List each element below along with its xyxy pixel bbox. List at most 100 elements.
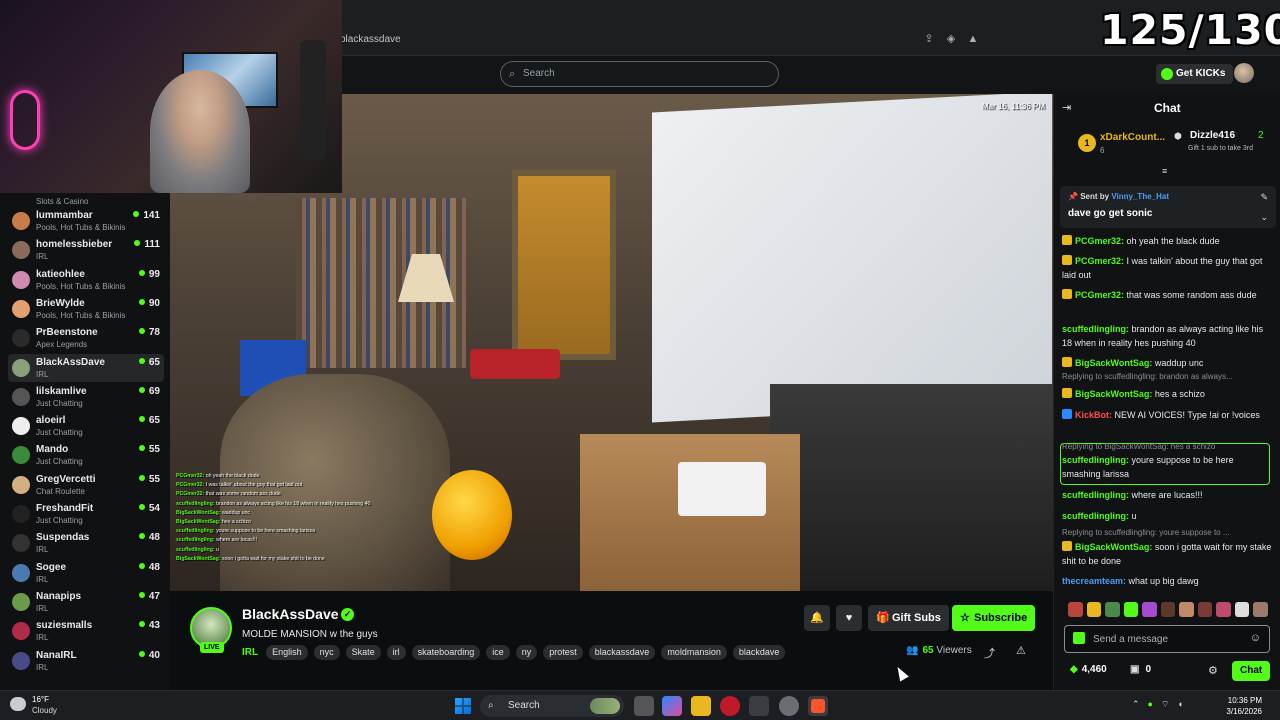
sidebar-item-lilskamlive[interactable]: lilskamlive Just Chatting 69: [8, 383, 164, 411]
chat-username[interactable]: scuffedlingling:: [1062, 324, 1129, 334]
collapse-chat-icon[interactable]: ⇥: [1062, 101, 1071, 114]
clock[interactable]: 10:36 PM 3/16/2026: [1216, 695, 1262, 717]
stream-tag[interactable]: English: [266, 645, 308, 660]
sidebar-item-blackassdave[interactable]: BlackAssDave IRL 65: [8, 353, 164, 382]
microphone-icon[interactable]: ●: [1148, 699, 1153, 710]
chat-username[interactable]: BigSackWontSag:: [1075, 389, 1152, 399]
sidebar-item-prbeenstone[interactable]: PrBeenstone Apex Legends 78: [8, 324, 164, 352]
chat-message[interactable]: BigSackWontSag: soon i gotta wait for my…: [1062, 540, 1274, 568]
chat-username[interactable]: scuffedlingling:: [1062, 455, 1129, 465]
brave-browser-icon[interactable]: [808, 696, 828, 716]
emote-icon[interactable]: [1068, 602, 1083, 617]
pinned-message[interactable]: 📌 Sent by Vinny_The_Hat dave go get soni…: [1060, 186, 1276, 228]
reply-context[interactable]: Replying to scuffedlingling: youre suppo…: [1062, 528, 1274, 537]
chat-message[interactable]: PCGmer32: I was talkin' about the guy th…: [1062, 254, 1274, 282]
follow-button[interactable]: ♥: [836, 605, 862, 631]
emote-icon[interactable]: [1160, 602, 1176, 617]
sidebar-item-mando[interactable]: Mando Just Chatting 55: [8, 441, 164, 469]
emote-icon[interactable]: [1216, 602, 1231, 617]
emote-icon[interactable]: [1142, 602, 1157, 617]
stream-tag[interactable]: blackdave: [732, 645, 786, 660]
sidebar-item-sogee[interactable]: Sogee IRL 48: [8, 559, 164, 587]
stream-tag[interactable]: ice: [486, 645, 510, 660]
emoji-icon[interactable]: ☺: [1250, 632, 1261, 644]
chat-message[interactable]: PCGmer32: oh yeah the black dude: [1062, 234, 1274, 248]
chevron-down-icon[interactable]: ⌄: [1260, 212, 1268, 223]
gear-icon[interactable]: ⚙: [1208, 664, 1218, 677]
leaderboard-toggle-icon[interactable]: ≡: [1162, 166, 1167, 176]
chat-message[interactable]: scuffedlingling: u: [1062, 509, 1274, 523]
chat-username[interactable]: BigSackWontSag:: [1075, 358, 1152, 368]
chat-username[interactable]: KickBot:: [1075, 410, 1112, 420]
chat-username[interactable]: PCGmer32:: [1075, 256, 1124, 266]
emote-icon[interactable]: [1105, 602, 1120, 617]
share-page-icon[interactable]: ⇪: [922, 32, 936, 46]
stream-tag[interactable]: moldmansion: [661, 645, 727, 660]
sidebar-item-suspendas[interactable]: Suspendas IRL 48: [8, 529, 164, 557]
store-icon[interactable]: [749, 696, 769, 716]
get-kicks-button[interactable]: Get KICKs: [1156, 64, 1234, 84]
emote-icon[interactable]: [1253, 602, 1269, 617]
chat-username[interactable]: scuffedlingling:: [1062, 511, 1129, 521]
chat-message-input[interactable]: [1093, 630, 1243, 648]
sidebar-item-freshandfit[interactable]: FreshandFit Just Chatting 54: [8, 500, 164, 528]
emote-icon[interactable]: [1123, 602, 1139, 617]
stream-tag[interactable]: blackassdave: [588, 645, 656, 660]
app-icon[interactable]: [779, 696, 799, 716]
stream-tag[interactable]: skateboarding: [411, 645, 481, 660]
taskbar-search[interactable]: ⌕ Search: [480, 695, 624, 717]
sidebar-item-lummambar[interactable]: lummambar Pools, Hot Tubs & Bikinis 141: [8, 207, 164, 235]
brave-rewards-icon[interactable]: ▲: [966, 32, 980, 46]
sidebar-item-homelessbieber[interactable]: homelessbieber IRL 111: [8, 236, 164, 264]
volume-icon[interactable]: ◖: [1177, 699, 1182, 710]
opera-icon[interactable]: [720, 696, 740, 716]
network-icon[interactable]: ⌔: [1161, 699, 1169, 710]
chat-username[interactable]: PCGmer32:: [1075, 236, 1124, 246]
sidebar-item-nanapips[interactable]: Nanapips IRL 47: [8, 588, 164, 616]
chat-message[interactable]: scuffedlingling: brandon as always actin…: [1062, 322, 1274, 350]
chat-message[interactable]: thecreamteam: what up big dawg: [1062, 574, 1274, 588]
chat-input-box[interactable]: ☺: [1064, 625, 1270, 653]
windows-start-icon[interactable]: [455, 698, 471, 714]
unpin-icon[interactable]: ✎: [1260, 192, 1268, 203]
chat-message[interactable]: KickBot: NEW AI VOICES! Type !ai or !voi…: [1062, 408, 1274, 422]
brave-shield-icon[interactable]: ◈: [944, 32, 958, 46]
chat-username[interactable]: PCGmer32:: [1075, 290, 1124, 300]
emote-icon[interactable]: [1234, 602, 1250, 617]
stream-tag[interactable]: Skate: [345, 645, 381, 660]
chat-message[interactable]: PCGmer32: that was some random ass dude: [1062, 288, 1274, 302]
report-icon[interactable]: ⚠: [1016, 644, 1026, 657]
chat-message[interactable]: BigSackWontSag: waddup unc: [1062, 356, 1274, 370]
sidebar-item-nanairl[interactable]: NanaIRL IRL 40: [8, 647, 164, 675]
user-avatar[interactable]: [1234, 63, 1254, 83]
sidebar-item-suziesmalls[interactable]: suziesmalls IRL 43: [8, 617, 164, 645]
chat-username[interactable]: scuffedlingling:: [1062, 490, 1129, 500]
search-input[interactable]: ⌕ Search: [500, 61, 779, 87]
kicks-balance[interactable]: ◆ 4,460: [1070, 664, 1107, 675]
chat-message[interactable]: BigSackWontSag: hes a schizo: [1062, 387, 1274, 401]
chat-username[interactable]: thecreamteam:: [1062, 576, 1126, 586]
chat-message[interactable]: scuffedlingling: youre suppose to be her…: [1062, 453, 1274, 481]
sidebar-item-katieohlee[interactable]: katieohlee Pools, Hot Tubs & Bikinis 99: [8, 266, 164, 294]
stream-tag[interactable]: protest: [543, 645, 583, 660]
sidebar-item-aloeirl[interactable]: aloeirl Just Chatting 65: [8, 412, 164, 440]
task-view-icon[interactable]: [634, 696, 654, 716]
sidebar-item-briewylde[interactable]: BrieWylde Pools, Hot Tubs & Bikinis 90: [8, 295, 164, 323]
chevron-up-icon[interactable]: ⌃: [1132, 699, 1140, 710]
category-link[interactable]: IRL: [242, 647, 260, 658]
subscribe-button[interactable]: ☆ Subscribe: [952, 605, 1036, 631]
emote-icon[interactable]: [1086, 602, 1102, 617]
copilot-icon[interactable]: [662, 696, 682, 716]
address-bar[interactable]: blackassdave: [340, 30, 990, 50]
gift-subs-button[interactable]: 🎁 Gift Subs: [868, 605, 949, 631]
chat-username[interactable]: BigSackWontSag:: [1075, 542, 1152, 552]
gift-balance[interactable]: ▣ 0: [1130, 664, 1151, 675]
share-icon[interactable]: ⤴: [984, 645, 995, 661]
stream-tag[interactable]: irl: [386, 645, 406, 660]
notification-bell-button[interactable]: 🔔: [804, 605, 830, 631]
chat-message[interactable]: scuffedlingling: where are lucas!!!: [1062, 488, 1274, 502]
sidebar-item-gregvercetti[interactable]: GregVercetti Chat Roulette 55: [8, 471, 164, 499]
reply-context[interactable]: Replying to BigSackWontSag: hes a schizo: [1062, 442, 1274, 451]
emote-icon[interactable]: [1197, 602, 1213, 617]
emote-icon[interactable]: [1179, 602, 1194, 617]
